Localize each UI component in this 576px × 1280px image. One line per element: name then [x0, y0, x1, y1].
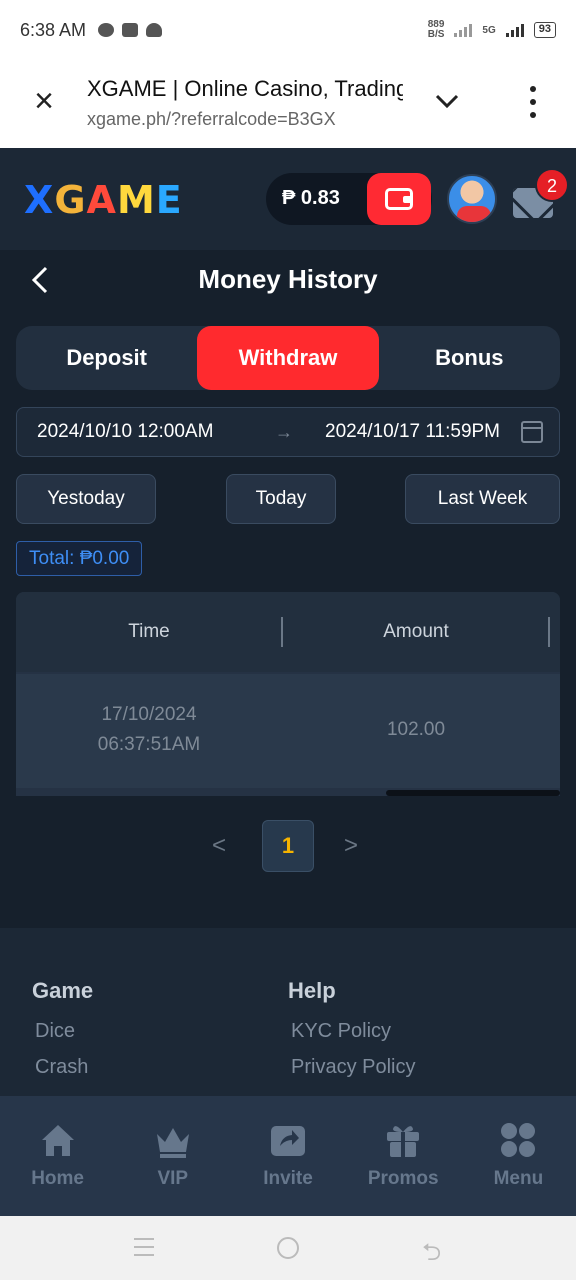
column-header-amount: Amount	[383, 621, 449, 642]
footer-link-privacy-policy[interactable]: Privacy Policy	[291, 1056, 415, 1079]
nav-invite[interactable]: Invite	[230, 1096, 345, 1216]
site-footer: Game Dice Crash Help KYC Policy Privacy …	[0, 928, 576, 1098]
tab-withdraw[interactable]: Withdraw	[197, 326, 379, 390]
menu-grid-icon	[501, 1123, 536, 1157]
gift-icon	[387, 1126, 420, 1157]
nav-label: Promos	[367, 1168, 439, 1189]
network-speed-unit: B/S	[427, 29, 445, 40]
close-icon[interactable]: ×	[28, 84, 60, 118]
row-amount: 102.00	[386, 719, 446, 740]
nav-label: Home	[31, 1168, 84, 1189]
bottom-navigation: Home VIP Invite Promos Menu	[0, 1096, 576, 1216]
balance-display: ₱ 0.83	[266, 173, 432, 225]
page-title: Money History	[198, 264, 378, 294]
nav-vip[interactable]: VIP	[115, 1096, 230, 1216]
home-button-icon[interactable]	[277, 1237, 299, 1259]
total-amount-badge: Total: ₱0.00	[16, 541, 143, 576]
table-row: 17/10/2024 06:37:51AM 102.00	[16, 674, 560, 788]
battery-icon: 93	[533, 22, 556, 38]
pagination: < 1 >	[0, 820, 576, 872]
history-tabs: Deposit Withdraw Bonus	[16, 326, 560, 390]
footer-heading-help: Help	[288, 978, 336, 1003]
browser-page-title: XGAME | Online Casino, Trading	[87, 76, 403, 101]
nav-menu[interactable]: Menu	[461, 1096, 576, 1216]
mail-count-badge: 2	[535, 168, 569, 202]
footer-link-crash[interactable]: Crash	[35, 1056, 88, 1079]
nav-home[interactable]: Home	[0, 1096, 115, 1216]
status-time: 6:38 AM	[20, 19, 87, 40]
balance-amount: ₱ 0.83	[282, 187, 340, 209]
recent-apps-icon[interactable]	[134, 1238, 154, 1256]
network-speed: 889 B/S	[428, 20, 445, 40]
last-week-button[interactable]: Last Week	[405, 474, 560, 524]
tab-deposit[interactable]: Deposit	[16, 326, 197, 390]
nav-label: VIP	[157, 1168, 189, 1189]
site-header: XGAME ₱ 0.83	[0, 148, 576, 250]
calendar-icon[interactable]	[521, 421, 543, 443]
chat-notification-icon	[98, 23, 115, 37]
invite-icon	[271, 1126, 305, 1156]
wifi-signal-icon	[454, 23, 473, 37]
browser-url[interactable]: xgame.ph/?referralcode=B3GX	[87, 109, 336, 130]
home-icon	[41, 1125, 74, 1156]
prev-page-button[interactable]: <	[212, 832, 226, 860]
wallet-icon	[385, 188, 413, 210]
tab-bonus[interactable]: Bonus	[379, 326, 560, 390]
range-arrow-icon: →	[275, 422, 293, 442]
horizontal-scrollbar[interactable]	[386, 790, 560, 796]
cell-signal-icon	[505, 23, 524, 37]
column-divider[interactable]	[548, 617, 550, 647]
footer-link-kyc-policy[interactable]: KYC Policy	[291, 1020, 391, 1043]
column-header-time: Time	[128, 621, 170, 642]
app-notification-icon	[122, 23, 139, 37]
wallet-button[interactable]	[367, 173, 431, 225]
crown-icon	[156, 1128, 189, 1158]
date-range-picker[interactable]: 2024/10/10 12:00AM → 2024/10/17 11:59PM	[16, 407, 560, 457]
history-table: Time Amount 17/10/2024 06:37:51AM 102.00	[16, 592, 560, 796]
page-number-button[interactable]: 1	[262, 820, 314, 872]
nav-promos[interactable]: Promos	[346, 1096, 461, 1216]
more-options-icon[interactable]	[520, 86, 546, 118]
footer-link-dice[interactable]: Dice	[35, 1020, 75, 1043]
yesterday-button[interactable]: Yestoday	[16, 474, 156, 524]
status-right: 889 B/S 5G 93	[428, 20, 556, 40]
table-header: Time Amount	[16, 592, 560, 672]
system-navigation-bar: ⮌	[0, 1216, 576, 1280]
footer-heading-game: Game	[32, 978, 94, 1003]
xgame-logo[interactable]: XGAME	[24, 178, 183, 222]
status-bar: 6:38 AM 889 B/S 5G 93	[0, 0, 576, 60]
nav-label: Menu	[493, 1168, 544, 1189]
today-button[interactable]: Today	[226, 474, 336, 524]
row-clock: 06:37:51AM	[97, 734, 201, 755]
network-type: 5G	[482, 24, 496, 36]
end-date-field[interactable]: 2024/10/17 11:59PM	[325, 421, 517, 443]
row-date: 17/10/2024	[101, 704, 197, 725]
notification-icons	[98, 23, 163, 37]
avatar[interactable]	[447, 174, 497, 224]
start-date-field[interactable]: 2024/10/10 12:00AM	[37, 421, 213, 443]
row-time: 17/10/2024 06:37:51AM	[16, 700, 282, 760]
nav-label: Invite	[263, 1168, 313, 1189]
chevron-down-icon[interactable]	[432, 86, 462, 116]
browser-toolbar: × XGAME | Online Casino, Trading xgame.p…	[0, 60, 576, 148]
next-page-button[interactable]: >	[344, 832, 358, 860]
back-button-icon[interactable]: ⮌	[422, 1235, 441, 1276]
cloud-icon	[146, 23, 163, 37]
